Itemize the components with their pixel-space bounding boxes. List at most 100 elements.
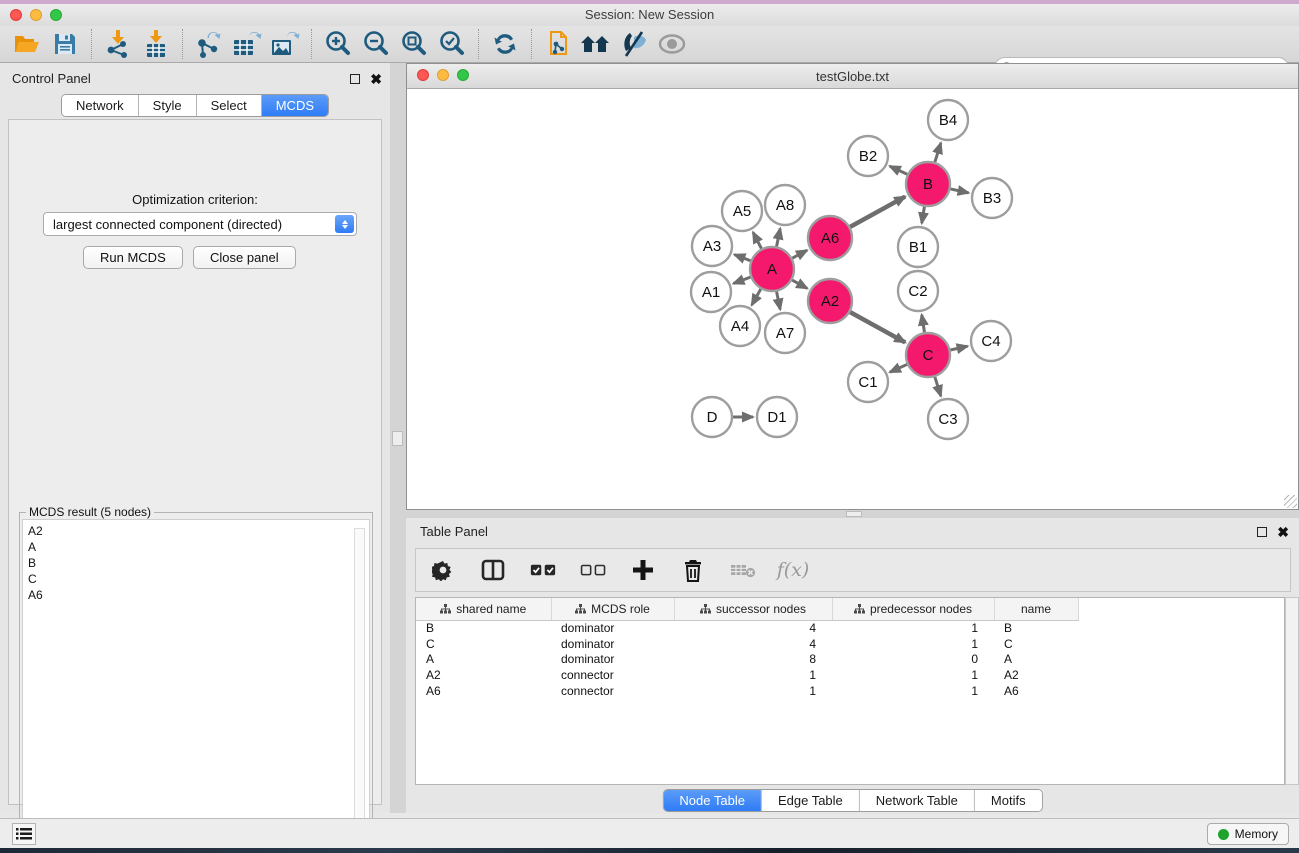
zoom-window-icon[interactable] [50, 9, 62, 21]
table-header[interactable]: shared nameMCDS rolesuccessor nodesprede… [416, 598, 1078, 620]
column-header-successor-nodes[interactable]: successor nodes [674, 598, 832, 620]
minimize-window-icon[interactable] [30, 9, 42, 21]
edge-B-B2[interactable] [890, 166, 907, 174]
import-table-icon[interactable] [137, 28, 175, 60]
table-row[interactable]: Adominator80A [416, 652, 1078, 668]
table-row[interactable]: Cdominator41C [416, 636, 1078, 652]
network-graph[interactable]: B4B2BB3A8A5A6A3B1AA1C2A2A4A7C4CC1C3DD1 [407, 89, 1298, 509]
zoom-in-icon[interactable] [319, 28, 357, 60]
save-session-icon[interactable] [46, 28, 84, 60]
new-network-icon[interactable] [539, 28, 577, 60]
edge-A-A1[interactable] [733, 277, 750, 283]
close-panel-icon[interactable]: ✖ [370, 74, 382, 84]
resize-grip-icon[interactable] [1284, 495, 1297, 508]
tab-motifs[interactable]: Motifs [975, 790, 1042, 811]
column-header-name[interactable]: name [994, 598, 1078, 620]
vertical-splitter[interactable] [390, 63, 406, 813]
mcds-result-item[interactable]: A2 [28, 523, 364, 539]
tab-network-table[interactable]: Network Table [860, 790, 975, 811]
edge-C-C1[interactable] [890, 364, 907, 372]
delete-column-icon[interactable] [680, 557, 706, 583]
select-all-icon[interactable] [530, 557, 556, 583]
zoom-out-icon[interactable] [357, 28, 395, 60]
deselect-all-icon[interactable] [580, 557, 606, 583]
network-canvas[interactable]: B4B2BB3A8A5A6A3B1AA1C2A2A4A7C4CC1C3DD1 [407, 89, 1298, 509]
edge-C-C2[interactable] [922, 315, 925, 333]
edge-B-B4[interactable] [935, 143, 941, 162]
export-image-icon[interactable] [266, 28, 304, 60]
table-row[interactable]: Bdominator41B [416, 620, 1078, 636]
memory-button[interactable]: Memory [1207, 823, 1289, 845]
zoom-selected-icon[interactable] [433, 28, 471, 60]
edge-A-A3[interactable] [734, 255, 750, 261]
export-network-icon[interactable] [190, 28, 228, 60]
edge-A-A4[interactable] [752, 289, 761, 305]
add-column-icon[interactable] [630, 557, 656, 583]
show-graphics-icon[interactable] [653, 28, 691, 60]
tab-select[interactable]: Select [197, 95, 262, 116]
edge-A-A5[interactable] [753, 232, 761, 248]
zoom-fit-icon[interactable] [395, 28, 433, 60]
list-scrollbar[interactable] [354, 528, 365, 846]
column-header-shared-name[interactable]: shared name [416, 598, 551, 620]
splitter-grip[interactable] [846, 511, 862, 517]
mcds-result-item[interactable]: B [28, 555, 364, 571]
node-label-A3: A3 [703, 238, 721, 255]
node-label-B2: B2 [859, 148, 877, 165]
minimize-view-icon[interactable] [437, 69, 449, 81]
edge-A2-C[interactable] [850, 312, 905, 342]
tab-node-table[interactable]: Node Table [663, 790, 762, 811]
network-view-window: testGlobe.txt B4B2BB3A8A5A6A3B1AA1C2A2A4… [406, 63, 1299, 510]
table-cell: dominator [551, 636, 674, 652]
tab-style[interactable]: Style [139, 95, 197, 116]
edge-A6-B[interactable] [850, 197, 905, 227]
table-row[interactable]: A6connector11A6 [416, 683, 1078, 699]
close-panel-button[interactable]: Close panel [193, 246, 296, 269]
table-cell: A2 [416, 667, 551, 683]
mcds-result-item[interactable]: C [28, 571, 364, 587]
column-header-predecessor-nodes[interactable]: predecessor nodes [832, 598, 994, 620]
column-header-MCDS-role[interactable]: MCDS role [551, 598, 674, 620]
horizontal-splitter[interactable] [406, 510, 1299, 518]
hide-selected-icon[interactable] [615, 28, 653, 60]
edge-A-A2[interactable] [792, 280, 807, 288]
mcds-result-item[interactable]: A [28, 539, 364, 555]
open-file-icon[interactable] [8, 28, 46, 60]
edge-B-B1[interactable] [922, 207, 925, 224]
apply-layout-icon[interactable] [486, 28, 524, 60]
first-neighbors-icon[interactable] [577, 28, 615, 60]
mcds-result-item[interactable]: A6 [28, 587, 364, 603]
run-mcds-button[interactable]: Run MCDS [83, 246, 183, 269]
edge-A-A8[interactable] [777, 229, 781, 247]
table-body[interactable]: Bdominator41BCdominator41CAdominator80AA… [416, 620, 1078, 699]
mcds-result-list[interactable]: A2ABCA6 [22, 519, 370, 851]
table-cell: dominator [551, 652, 674, 668]
close-view-icon[interactable] [417, 69, 429, 81]
float-panel-icon[interactable] [1257, 527, 1267, 537]
tab-mcds[interactable]: MCDS [262, 95, 328, 116]
table-row[interactable]: A2connector11A2 [416, 667, 1078, 683]
task-history-icon[interactable] [12, 823, 36, 845]
edge-A-A7[interactable] [777, 292, 781, 310]
function-builder-icon[interactable]: f(x) [780, 557, 806, 583]
mcds-tab-content: Optimization criterion: largest connecte… [8, 119, 382, 805]
edge-A-A6[interactable] [792, 250, 807, 258]
splitter-grip[interactable] [392, 431, 403, 446]
show-column-icon[interactable] [480, 557, 506, 583]
table-options-icon[interactable] [430, 557, 456, 583]
import-network-icon[interactable] [99, 28, 137, 60]
delete-table-icon[interactable] [730, 557, 756, 583]
export-table-icon[interactable] [228, 28, 266, 60]
close-panel-icon[interactable]: ✖ [1277, 527, 1289, 537]
table-scrollbar[interactable] [1285, 597, 1299, 785]
tab-network[interactable]: Network [62, 95, 139, 116]
edge-C-C4[interactable] [950, 346, 967, 350]
zoom-view-icon[interactable] [457, 69, 469, 81]
node-table[interactable]: shared nameMCDS rolesuccessor nodesprede… [415, 597, 1285, 785]
criterion-select[interactable]: largest connected component (directed) [43, 212, 357, 236]
edge-B-B3[interactable] [950, 189, 968, 193]
float-panel-icon[interactable] [350, 74, 360, 84]
tab-edge-table[interactable]: Edge Table [762, 790, 860, 811]
close-window-icon[interactable] [10, 9, 22, 21]
edge-C-C3[interactable] [935, 377, 941, 396]
